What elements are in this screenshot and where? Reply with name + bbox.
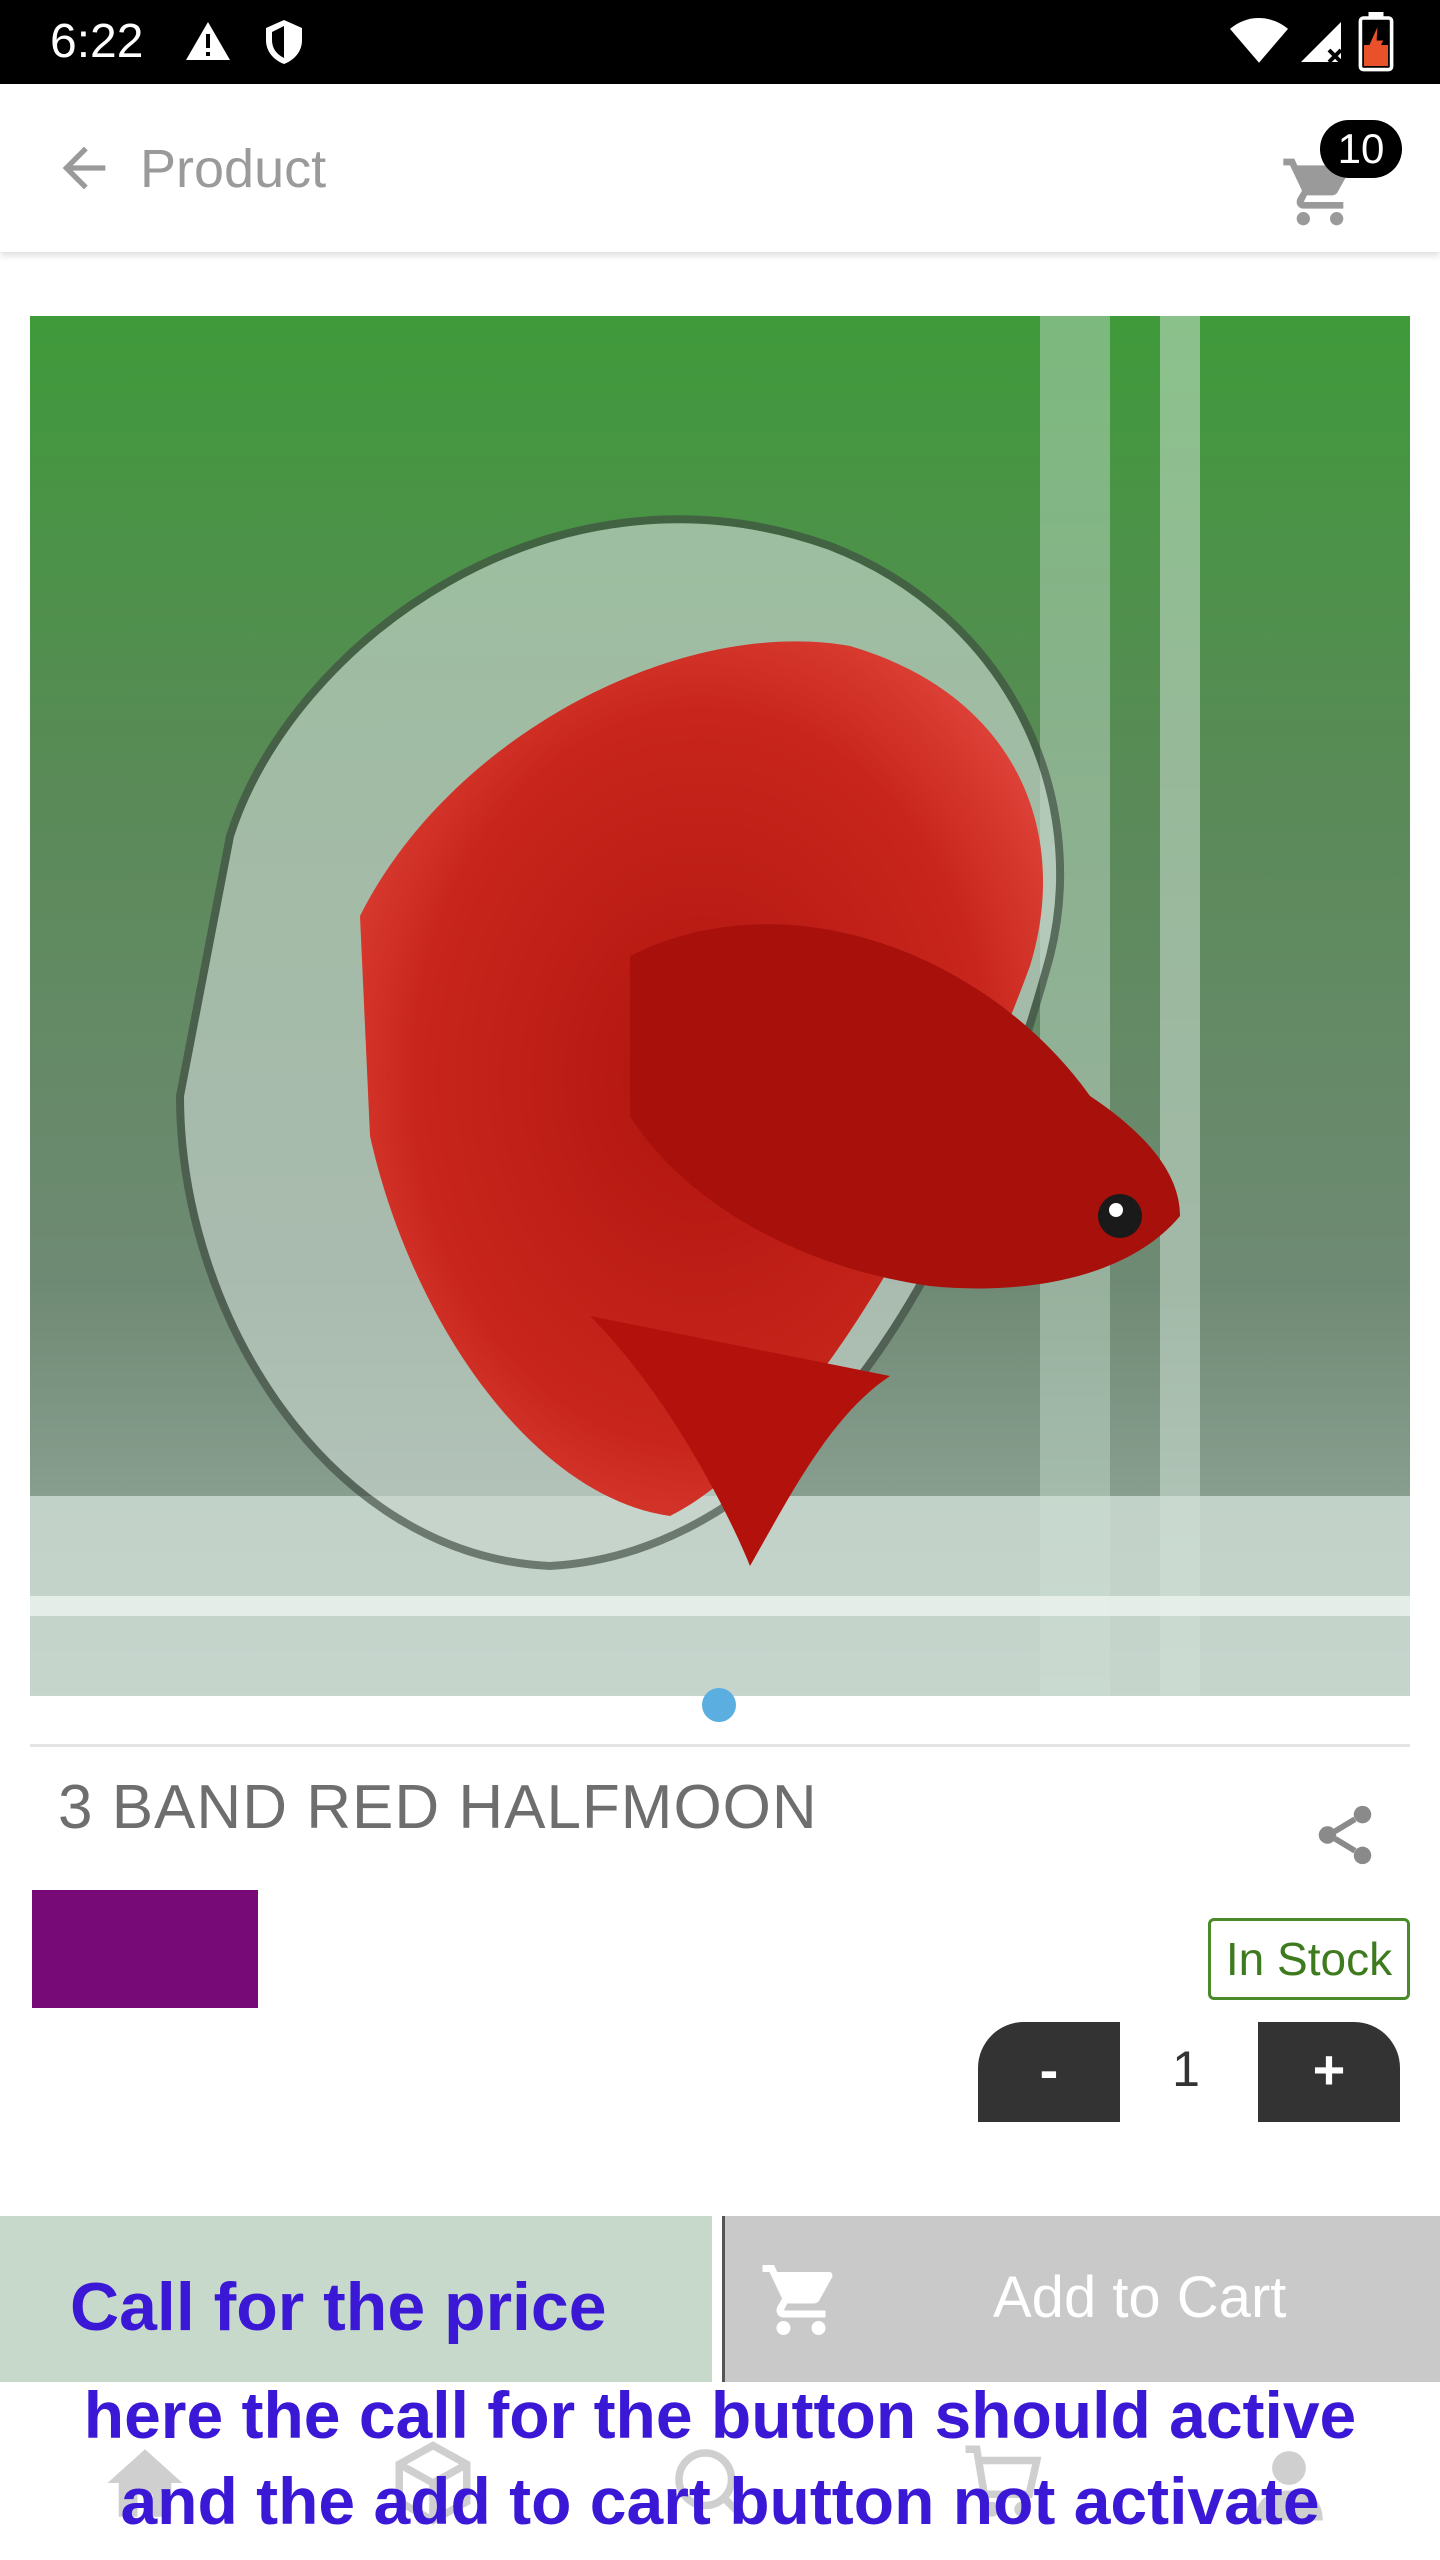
betta-fish-photo	[30, 316, 1410, 1696]
share-icon[interactable]	[1310, 1800, 1380, 1870]
color-swatch[interactable]	[32, 1890, 258, 2008]
app-bar: Product 10	[0, 84, 1440, 252]
stock-status-badge: In Stock	[1208, 1918, 1410, 2000]
back-arrow-icon[interactable]	[52, 136, 116, 200]
call-for-price-button[interactable]: Call for the price	[0, 2216, 712, 2382]
product-image[interactable]	[30, 316, 1410, 1696]
annotation-text: here the call for the button should acti…	[0, 2372, 1440, 2544]
wifi-icon	[1230, 18, 1288, 63]
cart-count-badge: 10	[1320, 120, 1402, 178]
quantity-value: 1	[1172, 2041, 1200, 2097]
shield-icon	[266, 20, 302, 64]
annotation-line-1: here the call for the button should acti…	[83, 2378, 1357, 2452]
battery-icon	[1358, 12, 1394, 72]
product-name: 3 BAND RED HALFMOON	[58, 1773, 818, 1842]
add-to-cart-label: Add to Cart	[993, 2265, 1287, 2330]
status-bar: 6:22	[0, 0, 1440, 84]
image-pager-dot[interactable]	[702, 1688, 736, 1722]
warning-icon	[186, 22, 230, 60]
add-to-cart-button[interactable]: Add to Cart	[722, 2216, 1440, 2382]
product-screen: 6:22 Product 10 3 BAND RED HALFMOON In S…	[0, 0, 1440, 2560]
cart-button[interactable]: 10	[1280, 120, 1402, 230]
quantity-decrease-button[interactable]: -	[978, 2022, 1120, 2122]
page-title: Product	[140, 139, 327, 199]
divider	[30, 1744, 1410, 1747]
status-time: 6:22	[50, 15, 144, 68]
call-for-price-label: Call for the price	[70, 2269, 607, 2345]
quantity-increase-button[interactable]: +	[1258, 2022, 1400, 2122]
annotation-line-2: and the add to cart button not activate	[120, 2464, 1320, 2538]
action-separator	[712, 2216, 722, 2382]
cart-icon	[762, 2265, 833, 2335]
signal-icon	[1301, 22, 1343, 64]
